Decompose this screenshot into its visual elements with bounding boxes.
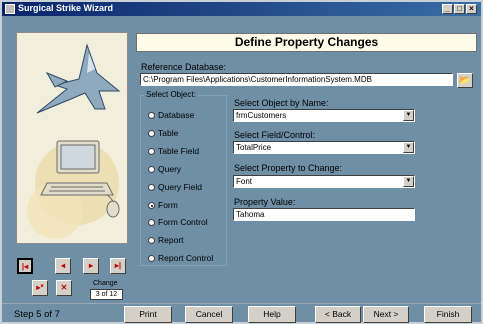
radio-form-label: Form [158,200,178,210]
property-value-input[interactable]: Tahoma [233,208,415,221]
chevron-down-icon[interactable]: ▼ [403,110,414,121]
property-select[interactable]: Font ▼ [233,175,415,188]
radio-button-icon [148,237,155,245]
radio-table-field-label: Table Field [158,146,200,156]
property-value-label: Property Value: [234,197,296,207]
radio-database-label: Database [158,110,195,120]
new-record-icon[interactable]: ▸* [32,280,48,296]
radio-button-icon [148,184,155,192]
radio-button-selected-icon [148,202,155,210]
previous-record-icon[interactable]: ◂ [55,258,71,274]
jet-icon [17,33,127,243]
field-control-label: Select Field/Control: [234,130,316,140]
close-button[interactable]: × [466,4,477,14]
wizard-window: Surgical Strike Wizard _ □ × Define Prop… [0,0,483,324]
object-name-label: Select Object by Name: [234,98,329,108]
property-label: Select Property to Change: [234,163,343,173]
object-name-select[interactable]: frmCustomers ▼ [233,109,415,122]
radio-button-icon [148,130,155,138]
radio-button-icon [148,148,155,156]
property-value-text: Font [236,177,253,186]
wizard-illustration [16,32,128,244]
radio-button-icon [148,255,155,263]
radio-database[interactable]: Database [148,110,194,120]
radio-form-control[interactable]: Form Control [148,217,208,227]
reference-database-label: Reference Database: [141,62,227,72]
last-record-icon[interactable]: ▸| [110,258,126,274]
back-button[interactable]: < Back [315,306,361,323]
radio-query-label: Query [158,164,182,174]
field-control-value: TotalPrice [236,143,272,152]
status-bar [2,303,481,322]
radio-button-icon [148,166,155,174]
radio-report-control[interactable]: Report Control [148,253,213,263]
select-object-label: Select Object: [144,90,198,99]
chevron-down-icon[interactable]: ▼ [403,142,414,153]
radio-table[interactable]: Table [148,128,178,138]
radio-button-icon [148,219,155,227]
radio-report[interactable]: Report [148,235,184,245]
field-control-select[interactable]: TotalPrice ▼ [233,141,415,154]
radio-query-field[interactable]: Query Field [148,182,202,192]
next-record-icon[interactable]: ▸ [83,258,99,274]
radio-form[interactable]: Form [148,200,178,210]
object-name-value: frmCustomers [236,111,287,120]
window-title: Surgical Strike Wizard [18,3,113,13]
next-button[interactable]: Next > [363,306,409,323]
step-indicator: Step 5 of 7 [14,309,60,320]
radio-table-label: Table [158,128,179,138]
radio-query[interactable]: Query [148,164,181,174]
first-record-icon[interactable]: |◂ [17,258,33,274]
change-counter: 3 of 12 [90,289,123,300]
radio-query-field-label: Query Field [158,182,202,192]
chevron-down-icon[interactable]: ▼ [403,176,414,187]
print-button[interactable]: Print [124,306,172,323]
title-bar: Surgical Strike Wizard _ □ × [2,2,481,16]
folder-open-icon[interactable]: 📂 [457,73,473,88]
radio-report-label: Report [158,235,184,245]
radio-form-control-label: Form Control [158,217,208,227]
radio-report-control-label: Report Control [158,253,214,263]
radio-button-icon [148,112,155,120]
help-button[interactable]: Help [248,306,296,323]
change-label: Change [93,280,118,287]
app-icon [5,4,15,14]
reference-database-input[interactable]: C:\Program Files\Applications\CustomerIn… [140,73,453,86]
page-title: Define Property Changes [136,33,477,52]
finish-button[interactable]: Finish [424,306,472,323]
minimize-button[interactable]: _ [442,4,453,14]
delete-record-icon[interactable]: ✕ [56,280,72,296]
cancel-button[interactable]: Cancel [185,306,233,323]
radio-table-field[interactable]: Table Field [148,146,199,156]
maximize-button[interactable]: □ [454,4,465,14]
